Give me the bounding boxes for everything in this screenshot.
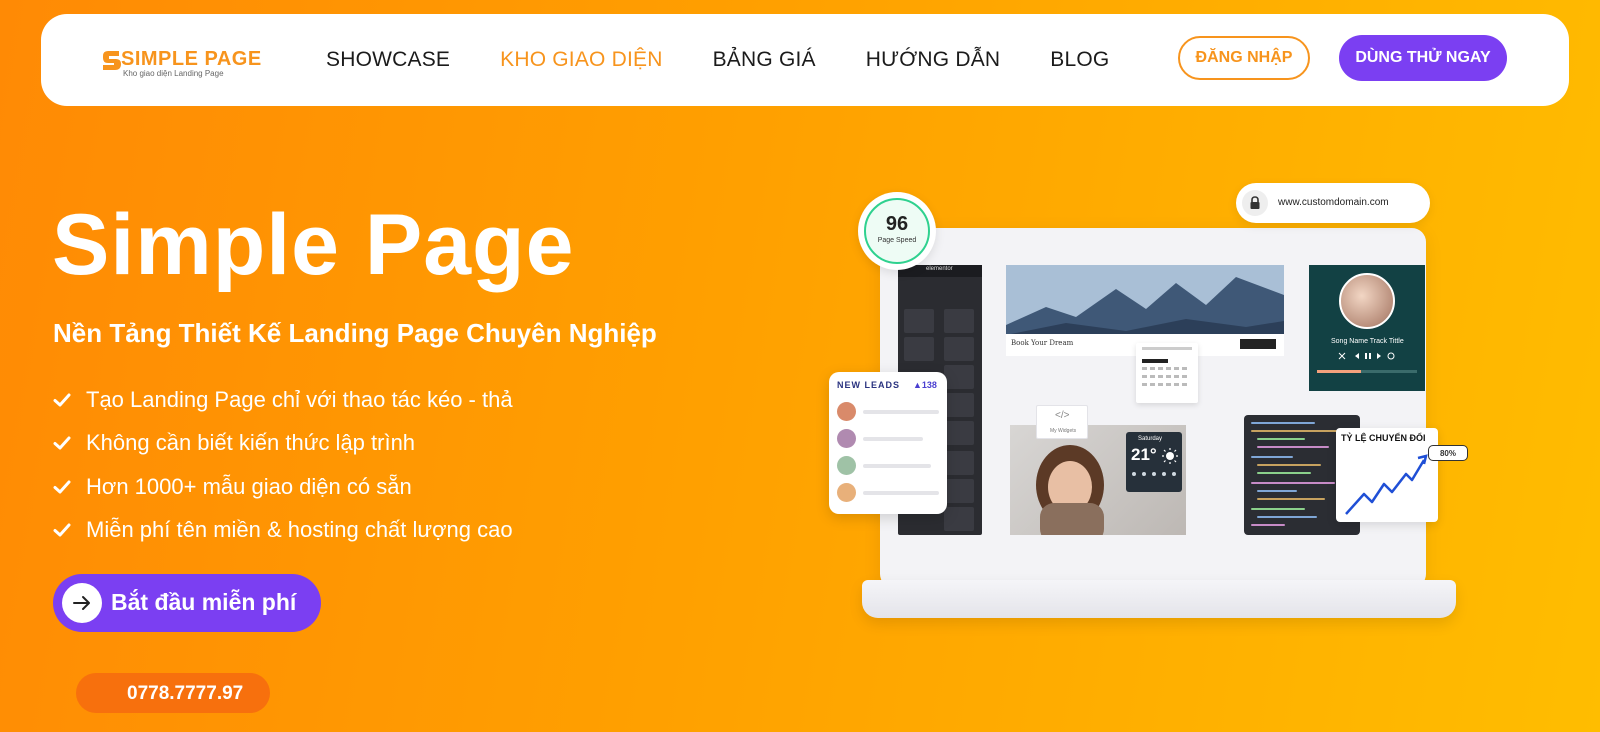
check-icon: [53, 523, 71, 537]
trend-up-icon: [1345, 454, 1428, 515]
new-leads-count: ▲138: [913, 380, 937, 390]
lead-line: [863, 410, 939, 414]
hero-title: Simple Page: [52, 197, 575, 293]
lead-line: [863, 437, 923, 441]
widget-tile: [904, 309, 934, 333]
feature-item: Miễn phí tên miền & hosting chất lượng c…: [52, 509, 513, 553]
feature-text: Không cần biết kiến thức lập trình: [86, 430, 416, 456]
feature-item: Không cần biết kiến thức lập trình: [52, 422, 513, 466]
laptop-base: [862, 580, 1456, 618]
widget-tile: [944, 393, 974, 417]
editor-label: elementor: [926, 266, 953, 272]
menu-item-huong-dan[interactable]: HƯỚNG DẪN: [866, 48, 1001, 72]
lead-row: [837, 456, 939, 476]
weather-temp: 21°: [1131, 445, 1157, 464]
check-icon: [53, 393, 71, 407]
lead-avatar: [837, 456, 856, 475]
menu-item-kho-giao-dien[interactable]: KHO GIAO DIỆN: [500, 48, 662, 72]
widget-tile: [944, 309, 974, 333]
forecast-icons: [1132, 472, 1176, 476]
widget-tile: [944, 337, 974, 361]
widget-tile: [944, 479, 974, 503]
menu-item-showcase[interactable]: SHOWCASE: [326, 48, 450, 72]
try-now-button[interactable]: DÙNG THỬ NGAY: [1339, 35, 1507, 81]
logo-tagline: Kho giao diện Landing Page: [123, 69, 224, 78]
widget-tile: [944, 451, 974, 475]
menu-item-blog[interactable]: BLOG: [1050, 48, 1109, 72]
page-speed-label: Page Speed: [877, 237, 917, 244]
start-free-label: Bắt đầu miễn phí: [111, 589, 297, 615]
check-icon: [53, 436, 71, 450]
feature-text: Tạo Landing Page chỉ với thao tác kéo - …: [86, 386, 513, 412]
sun-icon: [1162, 448, 1178, 464]
domain-pill: www.customdomain.com: [1236, 183, 1430, 223]
code-icon: </>: [1055, 410, 1070, 421]
lead-line: [863, 491, 939, 495]
arrow-right-icon: [62, 583, 102, 623]
top-navbar: SIMPLE PAGE Kho giao diện Landing Page S…: [41, 14, 1569, 106]
calendar-widget: [1136, 343, 1198, 403]
player-controls-icon: [1338, 352, 1395, 360]
conversion-rate-card: TỶ LỆ CHUYỂN ĐỔI 80%: [1336, 428, 1468, 522]
embed-caption: My Widgets: [1050, 428, 1077, 434]
booking-label: Book Your Dream: [1011, 339, 1074, 347]
lock-icon: [1242, 190, 1268, 216]
widget-tile: [904, 337, 934, 361]
booking-button: [1240, 339, 1276, 349]
lead-row: [837, 483, 939, 503]
login-button[interactable]: ĐĂNG NHẬP: [1178, 36, 1310, 80]
lead-row: [837, 402, 939, 422]
weather-day: Saturday: [1138, 436, 1163, 442]
logo-name: SIMPLE PAGE: [121, 48, 262, 70]
music-player-card: Song Name Track Tittle: [1309, 265, 1425, 391]
lead-line: [863, 464, 931, 468]
feature-item: Tạo Landing Page chỉ với thao tác kéo - …: [52, 378, 513, 422]
lead-avatar: [837, 483, 856, 502]
conversion-title: TỶ LỆ CHUYỂN ĐỔI: [1341, 433, 1426, 443]
check-icon: [53, 480, 71, 494]
feature-item: Hơn 1000+ mẫu giao diện có sẵn: [52, 465, 513, 509]
widget-tile: [944, 365, 974, 389]
feature-list: Tạo Landing Page chỉ với thao tác kéo - …: [52, 378, 513, 552]
main-menu: SHOWCASE KHO GIAO DIỆN BẢNG GIÁ HƯỚNG DẪ…: [326, 48, 1159, 72]
weather-widget: Saturday 21°: [1126, 432, 1182, 492]
lead-avatar: [837, 429, 856, 448]
feature-text: Hơn 1000+ mẫu giao diện có sẵn: [86, 473, 412, 499]
domain-url: www.customdomain.com: [1278, 197, 1389, 208]
widget-tile: [944, 421, 974, 445]
phone-number: 0778.7777.97: [127, 683, 244, 704]
page-speed-badge: 96 Page Speed: [858, 192, 936, 270]
new-leads-title: NEW LEADS: [837, 380, 900, 390]
feature-text: Miễn phí tên miền & hosting chất lượng c…: [86, 517, 513, 543]
logo[interactable]: SIMPLE PAGE Kho giao diện Landing Page: [99, 46, 261, 86]
lead-avatar: [837, 402, 856, 421]
phone-button[interactable]: 0778.7777.97: [76, 673, 270, 713]
start-free-button[interactable]: Bắt đầu miễn phí: [53, 574, 321, 632]
new-leads-card: NEW LEADS ▲138: [829, 372, 947, 514]
lead-row: [837, 429, 939, 449]
song-title: Song Name Track Tittle: [1331, 338, 1404, 345]
page-speed-value: 96: [885, 213, 909, 235]
menu-item-bang-gia[interactable]: BẢNG GIÁ: [713, 48, 816, 72]
song-progress: [1317, 370, 1417, 373]
conversion-value: 80%: [1428, 445, 1468, 461]
widget-tile: [944, 507, 974, 531]
music-avatar: [1339, 273, 1395, 329]
embed-widget: </> My Widgets: [1036, 405, 1088, 439]
hero-subtitle: Nền Tảng Thiết Kế Landing Page Chuyên Ng…: [53, 318, 657, 348]
